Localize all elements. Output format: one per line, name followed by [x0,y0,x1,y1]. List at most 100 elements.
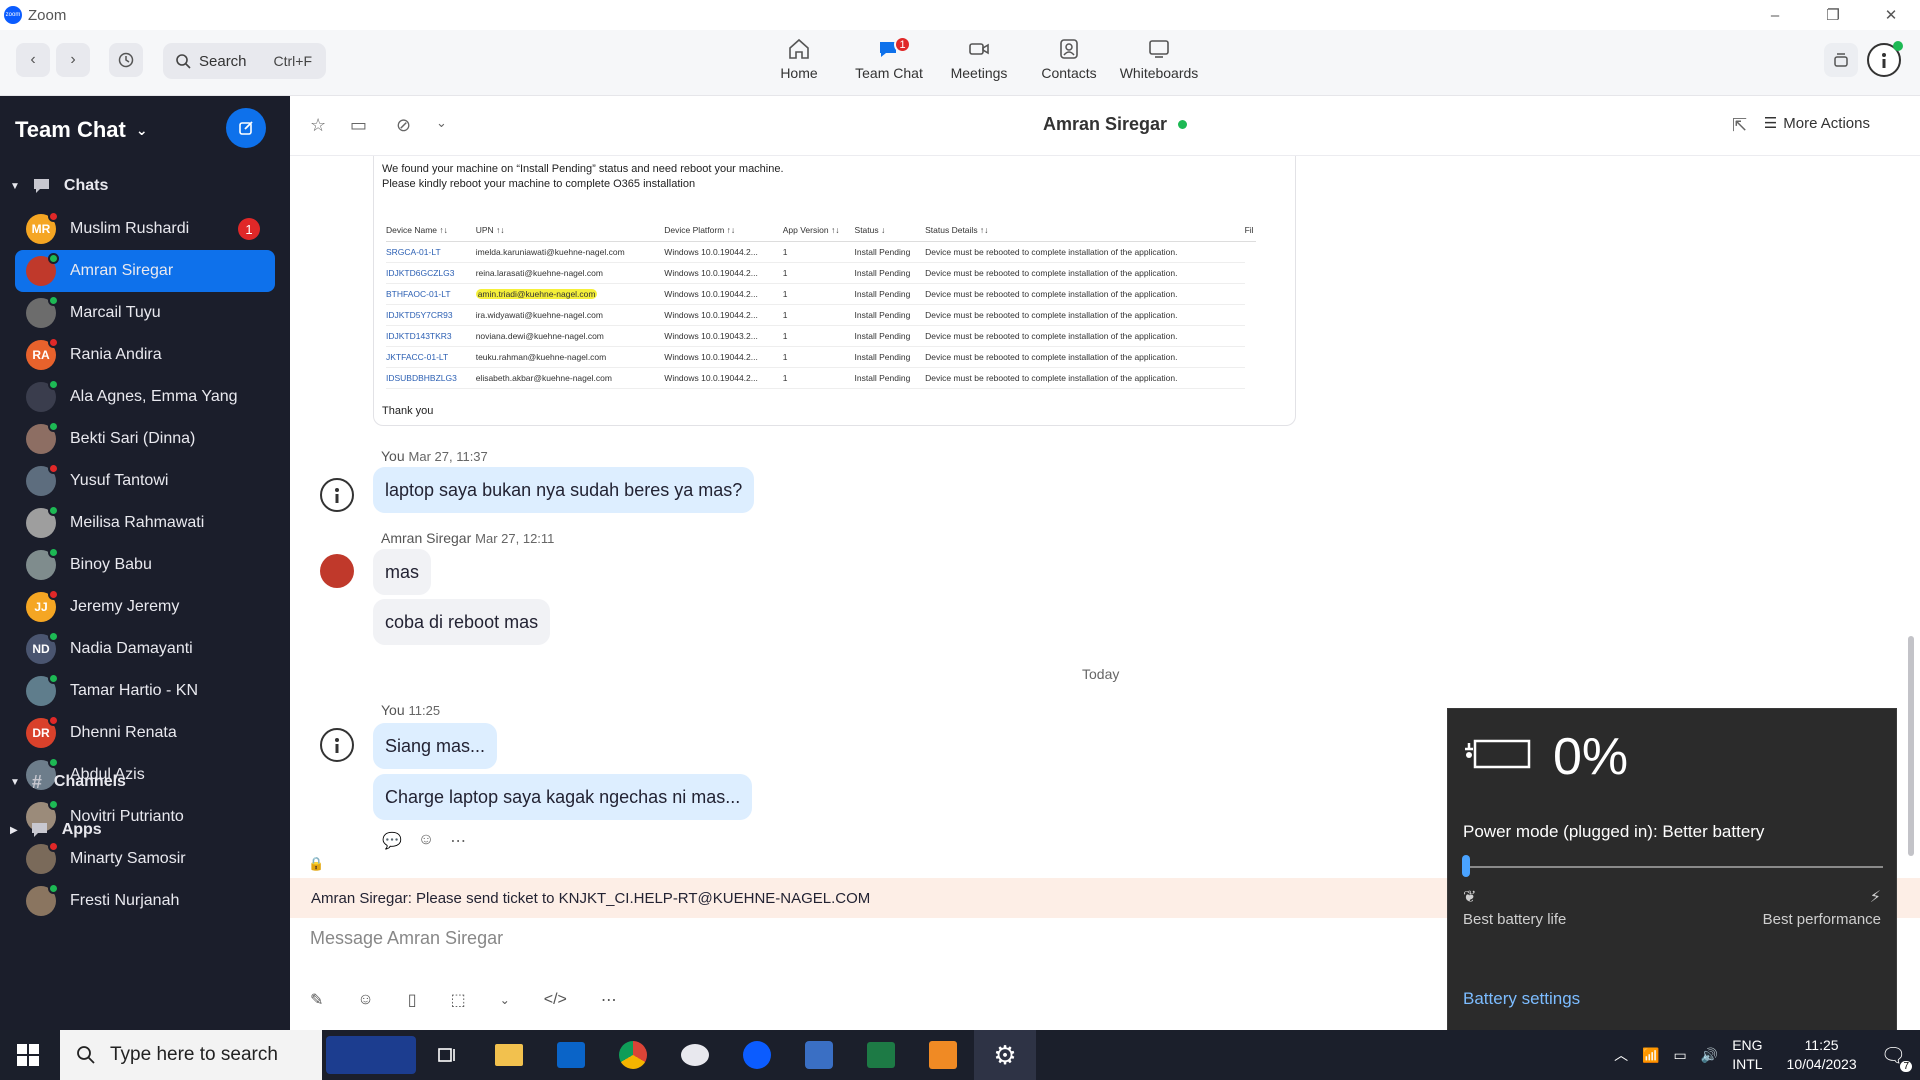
chevron-down-icon[interactable]: ⌄ [436,115,447,131]
power-mode-slider[interactable] [1463,866,1883,868]
chevron-up-icon[interactable]: ︿ [1614,1045,1628,1065]
message-bubble[interactable]: Charge laptop saya kagak ngechas ni mas.… [373,774,753,820]
message-bubble[interactable]: mas [373,549,432,595]
stack-icon [1834,53,1848,67]
tab-team-chat[interactable]: 1 Team Chat [844,36,934,81]
restore-button[interactable]: ❐ [1804,0,1862,30]
chat-list-item[interactable]: ND Nadia Damayanti [0,628,275,670]
profile-avatar[interactable] [1867,41,1903,77]
message-actions: 💬 ☺ ⋯ [382,831,466,851]
shared-image[interactable]: We found your machine on “Install Pendin… [373,156,1296,426]
file-explorer-icon[interactable] [478,1030,540,1080]
chat-scrollbar[interactable] [1908,636,1914,856]
code-icon[interactable]: </> [544,991,567,1009]
back-button[interactable]: ‹ [16,43,50,77]
chat-list-item[interactable]: MR Muslim Rushardi 1 [0,208,275,250]
tab-whiteboards[interactable]: Whiteboards [1114,36,1204,81]
history-icon [118,52,134,68]
volume-icon[interactable]: 🔊 [1701,1047,1718,1064]
message-bubble[interactable]: coba di reboot mas [373,599,551,645]
chat-list-item[interactable]: Binoy Babu [0,544,275,586]
tab-contacts[interactable]: Contacts [1024,36,1114,81]
task-view-icon[interactable] [416,1030,478,1080]
battery-settings-link[interactable]: Battery settings [1463,989,1580,1009]
history-button[interactable] [109,43,143,77]
chrome-icon[interactable] [602,1030,664,1080]
file-icon[interactable]: ▯ [408,990,417,1010]
channels-section[interactable]: ▼ # Channels [0,760,126,804]
popout-icon[interactable]: ⇱ [1732,115,1747,136]
section-label: Chats [63,177,109,194]
chevron-down-icon[interactable]: ⌄ [500,993,510,1007]
message-bubble[interactable]: laptop saya bukan nya sudah beres ya mas… [373,467,755,513]
tab-home[interactable]: Home [754,36,844,81]
chats-section[interactable]: ▼ Chats [0,164,290,208]
reply-icon[interactable]: 💬 [382,831,402,851]
chat-list-item[interactable]: Amran Siregar [15,250,275,292]
presence-dot [48,589,59,600]
windows-taskbar: Type here to search ⚙ ︿ 📶 ▭ 🔊 ENG INTL 1… [0,1030,1920,1080]
close-button[interactable]: ✕ [1862,0,1920,30]
avatar: RA [26,337,59,370]
presence-dot [48,631,59,642]
table-header: Device Platform ↑↓ [664,219,783,242]
support-app-icon[interactable] [788,1030,850,1080]
settings-icon[interactable]: ⚙ [974,1030,1036,1080]
chat-list-item[interactable]: Bekti Sari (Dinna) [0,418,275,460]
list-icon: ☰ [1763,115,1778,132]
format-icon[interactable]: ✎ [310,990,323,1010]
notes-button[interactable] [1824,43,1858,77]
table-cell: amin.triadi@kuehne-nagel.com [475,283,665,305]
caret-down-icon: ▼ [10,776,20,788]
pdf-app-icon[interactable] [912,1030,974,1080]
more-icon[interactable]: ⋯ [601,990,617,1010]
message-input[interactable]: Message Amran Siregar [310,928,503,949]
emoji-icon[interactable]: ☺ [357,991,373,1009]
minimize-button[interactable]: – [1746,0,1804,30]
folder-icon[interactable]: ▭ [350,115,367,136]
screenshot-icon[interactable]: ⬚ [451,990,466,1010]
outlook-icon[interactable] [540,1030,602,1080]
chat-list-item[interactable]: DR Dhenni Renata [0,712,275,754]
chat-list-item[interactable]: Fresti Nurjanah [0,880,275,922]
taskbar-search[interactable]: Type here to search [60,1030,322,1080]
image-text-line: We found your machine on “Install Pendin… [382,163,784,175]
emoji-react-icon[interactable]: ☺ [418,831,434,851]
search-input[interactable]: Search Ctrl+F [163,43,326,79]
video-off-icon[interactable]: ⊘ [396,115,411,136]
paint-icon[interactable] [664,1030,726,1080]
language-label: ENG [1732,1037,1763,1053]
language-indicator[interactable]: ENG INTL [1732,1036,1762,1074]
presence-dot [48,505,59,516]
peer-avatar[interactable] [320,554,354,588]
kuehne-nagel-widget-icon[interactable] [326,1036,416,1074]
forward-button[interactable]: › [56,43,90,77]
star-icon[interactable]: ☆ [310,115,326,136]
message-bubble[interactable]: Siang mas... [373,723,498,769]
clock[interactable]: 11:25 10/04/2023 [1787,1036,1857,1074]
zoom-taskbar-icon[interactable] [726,1030,788,1080]
message-time: 11:25 [408,703,441,718]
chat-list-item[interactable]: RA Rania Andira [0,334,275,376]
wifi-icon[interactable]: 📶 [1642,1047,1659,1064]
power-mode-slider-thumb[interactable] [1462,855,1470,877]
chat-list-item[interactable]: Yusuf Tantowi [0,460,275,502]
chat-list-item[interactable]: Marcail Tuyu [0,292,275,334]
windows-start-button[interactable] [16,1043,40,1072]
sidebar-header[interactable]: Team Chat ⌄ [0,96,290,164]
excel-icon[interactable] [850,1030,912,1080]
chat-list-item[interactable]: Ala Agnes, Emma Yang [0,376,275,418]
chat-list-item[interactable]: JJ Jeremy Jeremy [0,586,275,628]
battery-tray-icon[interactable]: ▭ [1674,1047,1687,1064]
presence-dot [48,547,59,558]
image-text-line: Please kindly reboot your machine to com… [382,178,696,190]
tab-meetings[interactable]: Meetings [934,36,1024,81]
notification-center-button[interactable]: 🗨 7 [1881,1043,1912,1072]
more-actions-button[interactable]: ☰ More Actions [1763,114,1870,133]
chat-list-item[interactable]: Meilisa Rahmawati [0,502,275,544]
more-icon[interactable]: ⋯ [450,831,466,851]
table-cell: Windows 10.0.19043.2... [664,325,783,347]
apps-section[interactable]: ▶ Apps [0,808,102,852]
new-chat-button[interactable] [226,108,266,148]
chat-list-item[interactable]: Tamar Hartio - KN [0,670,275,712]
